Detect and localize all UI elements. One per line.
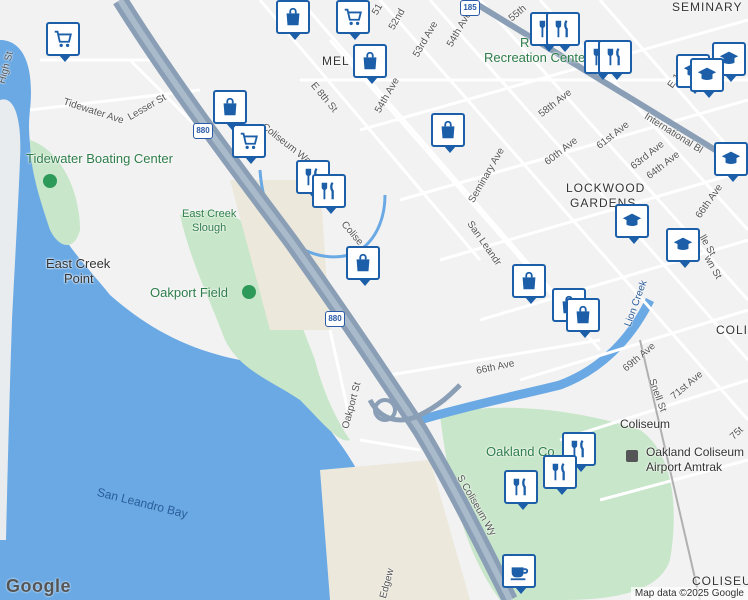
park-marker-tidewater xyxy=(43,174,57,188)
area-label-coli-a: COLI xyxy=(716,323,748,337)
bag-icon xyxy=(437,119,459,141)
school-icon xyxy=(696,64,718,86)
poi-pin-bag[interactable] xyxy=(512,264,546,304)
bag-icon xyxy=(282,6,304,28)
poi-pin-bag[interactable] xyxy=(353,44,387,84)
school-icon xyxy=(621,210,643,232)
poi-pin-bag[interactable] xyxy=(346,246,380,286)
cart-icon xyxy=(238,130,260,152)
poi-pin-cart[interactable] xyxy=(336,0,370,40)
area-label-seminary: SEMINARY xyxy=(672,0,743,14)
area-label-coli-b: COLISEU xyxy=(692,574,748,588)
poi-pin-coffee[interactable] xyxy=(502,554,536,594)
school-icon xyxy=(672,234,694,256)
school-icon xyxy=(720,148,742,170)
fork-knife-icon xyxy=(604,46,626,68)
area-label-lockwood: LOCKWOOD xyxy=(566,181,646,195)
fork-knife-icon xyxy=(510,476,532,498)
poi-pin-fork-knife[interactable] xyxy=(546,12,580,52)
poi-pin-fork-knife[interactable] xyxy=(312,174,346,214)
poi-pin-fork-knife[interactable] xyxy=(543,455,577,495)
poi-pin-bag[interactable] xyxy=(431,113,465,153)
place-label-slough-1: East Creek xyxy=(182,208,237,220)
area-label-mel: MEL xyxy=(322,54,350,68)
map-attribution[interactable]: Map data ©2025 Google xyxy=(630,587,748,600)
place-label-east-creek-point-2: Point xyxy=(64,271,94,286)
bag-icon xyxy=(518,270,540,292)
poi-pin-cart[interactable] xyxy=(46,22,80,62)
bag-icon xyxy=(359,50,381,72)
google-logo: Google xyxy=(6,576,71,596)
fork-knife-icon xyxy=(318,180,340,202)
poi-pin-bag[interactable] xyxy=(276,0,310,40)
place-label-east-creek-point-1: East Creek xyxy=(46,256,111,271)
poi-pin-school[interactable] xyxy=(714,142,748,182)
place-label-recreation: Recreation Center xyxy=(484,50,590,65)
map-canvas[interactable]: High St Tidewater Ave Lesser St Coliseum… xyxy=(0,0,748,600)
bag-icon xyxy=(352,252,374,274)
park-marker-oakport xyxy=(242,285,256,299)
bag-icon xyxy=(572,304,594,326)
place-label-slough-2: Slough xyxy=(192,222,227,234)
coffee-icon xyxy=(508,560,530,582)
poi-pin-fork-knife[interactable] xyxy=(504,470,538,510)
place-label-oakport-field: Oakport Field xyxy=(150,285,229,300)
poi-pin-school[interactable] xyxy=(690,58,724,98)
cart-icon xyxy=(342,6,364,28)
i880-shield-south: 880 xyxy=(325,311,345,327)
cart-icon xyxy=(52,28,74,50)
train-icon xyxy=(626,450,638,462)
poi-pin-fork-knife[interactable] xyxy=(598,40,632,80)
place-label-tidewater: Tidewater Boating Center xyxy=(26,151,173,166)
poi-pin-bag[interactable] xyxy=(566,298,600,338)
bag-icon xyxy=(219,96,241,118)
poi-pin-school[interactable] xyxy=(666,228,700,268)
place-label-recreation-r: R xyxy=(520,35,530,50)
transit-label-coliseum: Coliseum xyxy=(620,417,671,431)
poi-pin-school[interactable] xyxy=(615,204,649,244)
i880-shield-north: 880 xyxy=(193,123,213,139)
fork-knife-icon xyxy=(549,461,571,483)
transit-label-amtrak-2: Airport Amtrak xyxy=(646,460,723,474)
poi-pin-bag[interactable] xyxy=(213,90,247,130)
transit-label-amtrak-1: Oakland Coliseum xyxy=(646,445,745,459)
fork-knife-icon xyxy=(552,18,574,40)
hwy185-shield: 185 xyxy=(460,0,480,16)
